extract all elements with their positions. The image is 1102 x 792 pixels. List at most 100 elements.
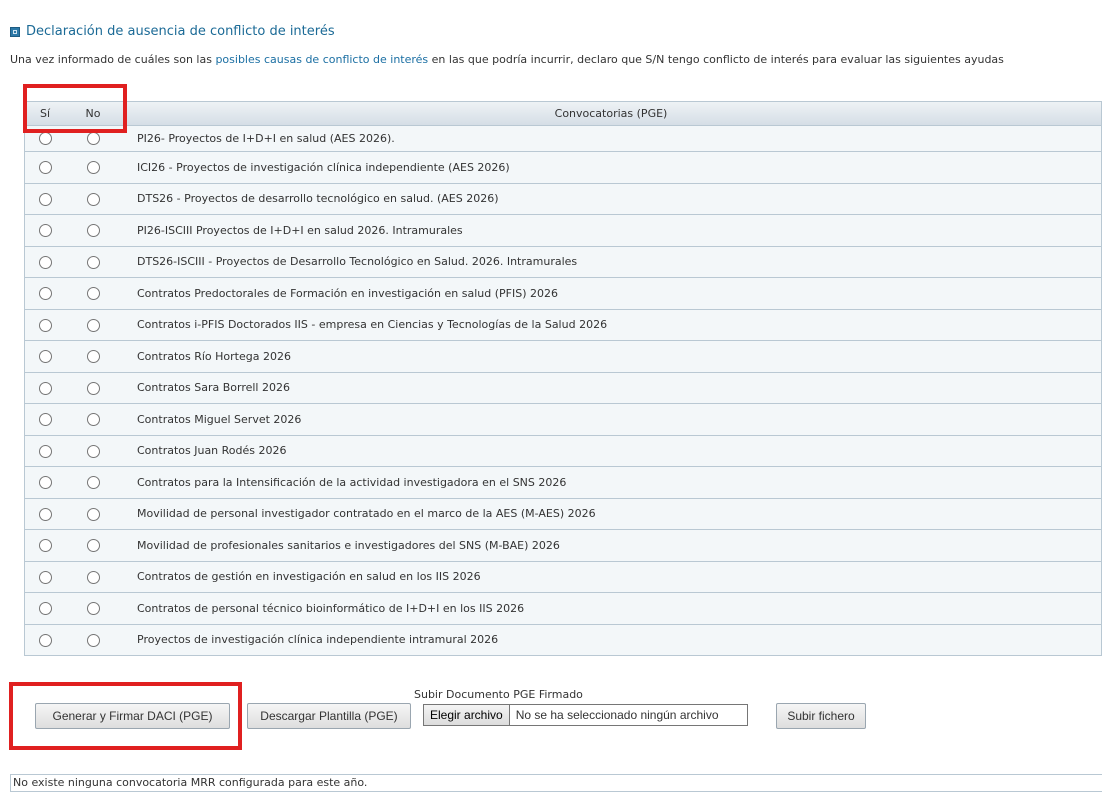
- radio-cell-si: [25, 245, 65, 278]
- radio-no[interactable]: [86, 602, 100, 615]
- radio-si[interactable]: [38, 444, 52, 458]
- radio-cell-no: [65, 371, 121, 404]
- table-row: Movilidad de profesionales sanitarios e …: [25, 529, 1101, 561]
- radio-si[interactable]: [38, 132, 52, 146]
- radio-cell-no: [65, 151, 121, 183]
- radio-no[interactable]: [86, 192, 100, 206]
- radio-no[interactable]: [86, 476, 100, 489]
- radio-no[interactable]: [86, 633, 100, 647]
- radio-cell-si: [25, 340, 65, 372]
- download-template-button[interactable]: Descargar Plantilla (PGE): [247, 703, 411, 729]
- radio-no[interactable]: [86, 413, 100, 426]
- radio-si[interactable]: [38, 413, 52, 426]
- radio-no[interactable]: [86, 161, 100, 174]
- table-row: DTS26-ISCIII - Proyectos de Desarrollo T…: [25, 245, 1101, 278]
- section-bullet-icon: [10, 26, 20, 37]
- radio-si[interactable]: [38, 161, 52, 174]
- radio-no[interactable]: [86, 570, 100, 584]
- table-row: ICI26 - Proyectos de investigación clíni…: [25, 151, 1101, 183]
- radio-si[interactable]: [38, 476, 52, 489]
- radio-si[interactable]: [38, 287, 52, 300]
- radio-no[interactable]: [86, 255, 100, 269]
- file-input[interactable]: Elegir archivo No se ha seleccionado nin…: [423, 704, 748, 726]
- table-row: Proyectos de investigación clínica indep…: [25, 623, 1101, 655]
- radio-cell-si: [25, 277, 65, 309]
- table-row: PI26-ISCIII Proyectos de I+D+I en salud …: [25, 214, 1101, 246]
- convocatoria-label: Contratos de personal técnico bioinformá…: [121, 592, 1101, 624]
- radio-no[interactable]: [86, 224, 100, 237]
- radio-si[interactable]: [38, 507, 52, 521]
- convocatoria-label: DTS26 - Proyectos de desarrollo tecnológ…: [121, 182, 1101, 215]
- radio-cell-no: [65, 340, 121, 372]
- table-row: Contratos i-PFIS Doctorados IIS - empres…: [25, 308, 1101, 341]
- column-header-no: No: [65, 102, 121, 126]
- convocatoria-label: Contratos de gestión en investigación en…: [121, 560, 1101, 593]
- radio-no[interactable]: [86, 444, 100, 458]
- radio-cell-si: [25, 151, 65, 183]
- radio-cell-si: [25, 529, 65, 561]
- radio-cell-no: [65, 245, 121, 278]
- conflict-causes-link[interactable]: posibles causas de conflicto de interés: [215, 53, 428, 66]
- radio-no[interactable]: [86, 350, 100, 363]
- section-title-text: Declaración de ausencia de conflicto de …: [26, 24, 335, 39]
- radio-cell-si: [25, 592, 65, 624]
- table-row: Contratos de gestión en investigación en…: [25, 560, 1101, 593]
- table-row: DTS26 - Proyectos de desarrollo tecnológ…: [25, 182, 1101, 215]
- radio-cell-no: [65, 403, 121, 435]
- radio-cell-no: [65, 214, 121, 246]
- radio-cell-si: [25, 125, 65, 152]
- convocatoria-label: Contratos Río Hortega 2026: [121, 340, 1101, 372]
- radio-cell-no: [65, 592, 121, 624]
- convocatoria-label: PI26- Proyectos de I+D+I en salud (AES 2…: [121, 125, 1101, 152]
- table-row: Movilidad de personal investigador contr…: [25, 497, 1101, 530]
- radio-cell-si: [25, 308, 65, 341]
- convocatoria-label: Movilidad de profesionales sanitarios e …: [121, 529, 1101, 561]
- radio-no[interactable]: [86, 381, 100, 395]
- intro-after: en las que podría incurrir, declaro que …: [428, 53, 1004, 66]
- radio-si[interactable]: [38, 318, 52, 332]
- table-row: Contratos Río Hortega 2026: [25, 340, 1101, 372]
- radio-si[interactable]: [38, 350, 52, 363]
- generate-sign-daci-button[interactable]: Generar y Firmar DACI (PGE): [35, 703, 230, 729]
- convocatoria-label: Contratos i-PFIS Doctorados IIS - empres…: [121, 308, 1101, 341]
- radio-cell-no: [65, 623, 121, 655]
- radio-si[interactable]: [38, 570, 52, 584]
- radio-si[interactable]: [38, 633, 52, 647]
- radio-si[interactable]: [38, 192, 52, 206]
- radio-cell-no: [65, 182, 121, 215]
- radio-si[interactable]: [38, 602, 52, 615]
- radio-cell-si: [25, 371, 65, 404]
- convocatoria-label: Contratos Juan Rodés 2026: [121, 434, 1101, 467]
- convocatoria-label: Contratos Miguel Servet 2026: [121, 403, 1101, 435]
- radio-no[interactable]: [86, 507, 100, 521]
- radio-cell-si: [25, 434, 65, 467]
- radio-cell-si: [25, 214, 65, 246]
- table-row: Contratos Predoctorales de Formación en …: [25, 277, 1101, 309]
- upload-file-button[interactable]: Subir fichero: [776, 703, 866, 729]
- mrr-status-message: No existe ninguna convocatoria MRR confi…: [10, 774, 1102, 792]
- convocatoria-label: ICI26 - Proyectos de investigación clíni…: [121, 151, 1101, 183]
- convocatoria-label: Contratos para la Intensificación de la …: [121, 466, 1101, 498]
- radio-cell-no: [65, 466, 121, 498]
- table-row: Contratos para la Intensificación de la …: [25, 466, 1101, 498]
- radio-cell-no: [65, 497, 121, 530]
- choose-file-button[interactable]: Elegir archivo: [424, 705, 510, 725]
- radio-cell-si: [25, 497, 65, 530]
- radio-no[interactable]: [86, 318, 100, 332]
- radio-no[interactable]: [86, 287, 100, 300]
- convocatoria-label: Movilidad de personal investigador contr…: [121, 497, 1101, 530]
- radio-cell-no: [65, 308, 121, 341]
- radio-si[interactable]: [38, 224, 52, 237]
- radio-si[interactable]: [38, 381, 52, 395]
- table-row: Contratos de personal técnico bioinformá…: [25, 592, 1101, 624]
- upload-title: Subir Documento PGE Firmado: [414, 688, 583, 701]
- radio-cell-si: [25, 182, 65, 215]
- column-header-convocatorias: Convocatorias (PGE): [121, 102, 1101, 126]
- no-file-selected-text: No se ha seleccionado ningún archivo: [515, 708, 719, 722]
- table-row: Contratos Miguel Servet 2026: [25, 403, 1101, 435]
- radio-no[interactable]: [86, 539, 100, 552]
- radio-cell-no: [65, 529, 121, 561]
- radio-si[interactable]: [38, 255, 52, 269]
- radio-si[interactable]: [38, 539, 52, 552]
- radio-no[interactable]: [86, 132, 100, 146]
